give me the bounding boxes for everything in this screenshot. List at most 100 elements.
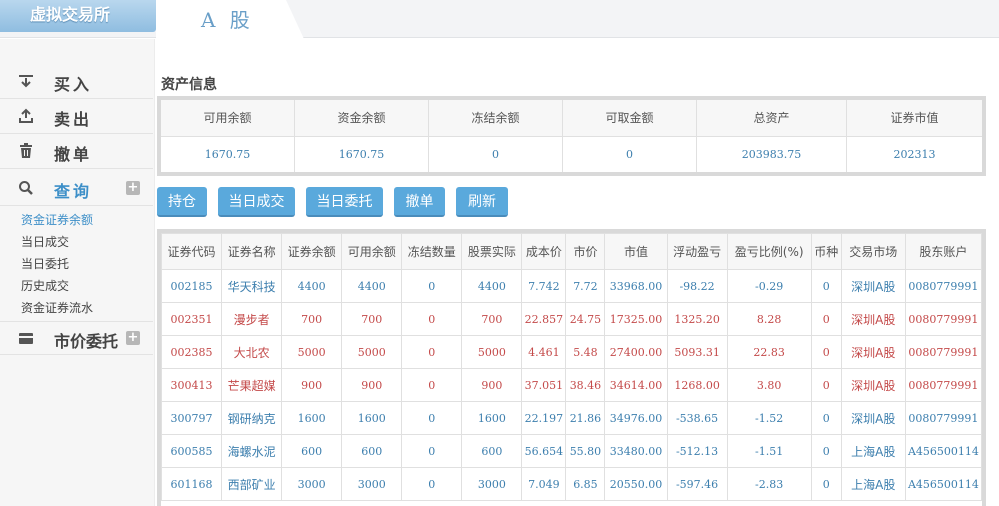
- trash-icon: [18, 143, 34, 159]
- column-header[interactable]: 证券名称: [221, 233, 283, 270]
- positions-table: 证券代码 证券名称 证券余额 可用余额 冻结数量 股票实际 成本价 市价 市值 浮动盈亏 盈亏比例(…: [160, 233, 983, 501]
- cell-name: 西部矿业: [221, 467, 283, 501]
- cell-available: 5000: [341, 335, 403, 369]
- column-header[interactable]: 浮动盈亏: [666, 233, 728, 270]
- expand-plus-icon[interactable]: +: [126, 331, 140, 345]
- column-header[interactable]: 股票实际: [461, 233, 523, 270]
- table-row[interactable]: 300797 钢研纳克 1600 1600 0 1600 22.197 21.86 34976.…: [160, 401, 983, 435]
- cell-frozen: 0: [401, 269, 463, 303]
- cell-balance: 4400: [281, 269, 343, 303]
- refresh-button[interactable]: 刷新: [456, 187, 508, 217]
- table-row[interactable]: 601168 西部矿业 3000 3000 0 3000 7.049 6.85 20550.00…: [160, 467, 983, 501]
- sidebar-item-label: 市价委托: [54, 332, 119, 351]
- cell-balance: 1600: [281, 401, 343, 435]
- top-header: 虚拟交易所 A 股: [0, 0, 999, 39]
- asset-value-cell: 1670.75: [161, 137, 295, 172]
- cell-price: 6.85: [565, 467, 606, 501]
- cell-value: 34614.00: [604, 368, 668, 402]
- cell-price: 5.48: [565, 335, 606, 369]
- sidebar-item-buy[interactable]: 买入: [0, 65, 153, 99]
- asset-value-cell: 0: [429, 137, 563, 172]
- cell-price: 55.80: [565, 434, 606, 468]
- sidebar-subitem-history-trades[interactable]: 历史成交: [21, 277, 69, 294]
- app-logo: 虚拟交易所: [0, 0, 156, 32]
- cell-market: 上海A股: [840, 434, 906, 468]
- column-header[interactable]: 可用余额: [341, 233, 403, 270]
- sidebar-item-label: 撤单: [54, 145, 93, 164]
- today-orders-button[interactable]: 当日委托: [306, 187, 383, 217]
- cell-value: 34976.00: [604, 401, 668, 435]
- sidebar-subitem-fund-flow[interactable]: 资金证券流水: [21, 299, 93, 316]
- asset-header-cell: 可取金额: [563, 100, 697, 136]
- cell-balance: 600: [281, 434, 343, 468]
- cell-cost: 7.049: [521, 467, 567, 501]
- cell-balance: 700: [281, 302, 343, 336]
- cancel-order-button[interactable]: 撤单: [394, 187, 445, 217]
- column-header[interactable]: 交易市场: [840, 233, 906, 270]
- column-header[interactable]: 成本价: [521, 233, 567, 270]
- cell-currency: 0: [810, 467, 842, 501]
- sidebar-subitem-fund-balance[interactable]: 资金证券余额: [21, 211, 93, 228]
- column-header[interactable]: 股东账户: [904, 233, 983, 270]
- table-row[interactable]: 002351 漫步者 700 700 0 700 22.857 24.75 17325.00 13…: [160, 302, 983, 336]
- column-header[interactable]: 盈亏比例(%): [726, 233, 812, 270]
- asset-header-cell: 冻结余额: [429, 100, 563, 136]
- column-header[interactable]: 市值: [604, 233, 668, 270]
- column-header[interactable]: 证券余额: [281, 233, 343, 270]
- cell-market: 上海A股: [840, 467, 906, 501]
- sidebar-item-sell[interactable]: 卖出: [0, 100, 153, 134]
- asset-value-cell: 0: [563, 137, 697, 172]
- cell-price: 21.86: [565, 401, 606, 435]
- asset-header-cell: 总资产: [697, 100, 847, 136]
- holdings-button[interactable]: 持仓: [157, 187, 207, 217]
- cell-pnl: -512.13: [666, 434, 728, 468]
- cell-frozen: 0: [401, 368, 463, 402]
- cell-actual: 600: [461, 434, 523, 468]
- today-trades-button[interactable]: 当日成交: [218, 187, 295, 217]
- tab-a-shares[interactable]: A 股: [156, 0, 304, 39]
- cell-pnl: -597.46: [666, 467, 728, 501]
- expand-plus-icon[interactable]: +: [126, 181, 140, 195]
- sidebar-item-query[interactable]: 查询 +: [0, 172, 153, 206]
- cell-value: 27400.00: [604, 335, 668, 369]
- asset-header-cell: 资金余额: [295, 100, 429, 136]
- asset-value-cell: 202313: [893, 148, 936, 161]
- table-header-row: 证券代码 证券名称 证券余额 可用余额 冻结数量 股票实际 成本价 市价 市值 浮动盈亏 盈亏比例(…: [160, 233, 983, 270]
- sidebar-subitem-today-orders[interactable]: 当日委托: [21, 255, 69, 272]
- cell-cost: 4.461: [521, 335, 567, 369]
- cell-name: 漫步者: [221, 302, 283, 336]
- column-header[interactable]: 币种: [810, 233, 842, 270]
- sidebar-subitem-today-trades[interactable]: 当日成交: [21, 233, 69, 250]
- cell-frozen: 0: [401, 467, 463, 501]
- column-header[interactable]: 冻结数量: [401, 233, 463, 270]
- cell-pnl-pct: -1.52: [726, 401, 812, 435]
- cell-code: 002385: [160, 335, 223, 369]
- cell-pnl: -538.65: [666, 401, 728, 435]
- cell-code: 002185: [160, 269, 223, 303]
- column-header[interactable]: 市价: [565, 233, 606, 270]
- sidebar: 买入 卖出 撤单 查询 + 资金证券余额 当日成交 当日委托 历史成交 资金证券…: [0, 39, 155, 506]
- asset-info-panel: 可用余额 资金余额 冻结余额 可取金额 总资产 证券市值 1670.75 1670.75 0 0…: [157, 96, 986, 176]
- cell-market: 深圳A股: [840, 335, 906, 369]
- cell-cost: 56.654: [521, 434, 567, 468]
- cell-name: 华天科技: [221, 269, 283, 303]
- cell-pnl: 1325.20: [666, 302, 728, 336]
- cell-actual: 700: [461, 302, 523, 336]
- cell-actual: 1600: [461, 401, 523, 435]
- sidebar-item-label: 买入: [54, 75, 93, 94]
- table-row[interactable]: 002185 华天科技 4400 4400 0 4400 7.742 7.72 33968.00…: [160, 269, 983, 303]
- sidebar-item-cancel[interactable]: 撤单: [0, 135, 153, 169]
- asset-values-row: 1670.75 1670.75 0 0 203983.75 202313: [161, 136, 982, 172]
- asset-header-cell: 可用余额: [161, 100, 295, 136]
- table-row[interactable]: 600585 海螺水泥 600 600 0 600 56.654 55.80 33480.00-…: [160, 434, 983, 468]
- column-header[interactable]: 证券代码: [160, 233, 223, 270]
- card-icon: [18, 330, 34, 346]
- cell-pnl: 1268.00: [666, 368, 728, 402]
- cell-code: 601168: [160, 467, 223, 501]
- sidebar-item-market-order[interactable]: 市价委托 +: [0, 321, 153, 355]
- cell-price: 7.72: [565, 269, 606, 303]
- table-row[interactable]: 002385 大北农 5000 5000 0 5000 4.461 5.48 27400.00 5…: [160, 335, 983, 369]
- table-row[interactable]: 300413 芒果超媒 900 900 0 900 37.051 38.46 34614.00 1…: [160, 368, 983, 402]
- asset-value-cell: 203983.75: [697, 137, 847, 172]
- cell-market: 深圳A股: [840, 401, 906, 435]
